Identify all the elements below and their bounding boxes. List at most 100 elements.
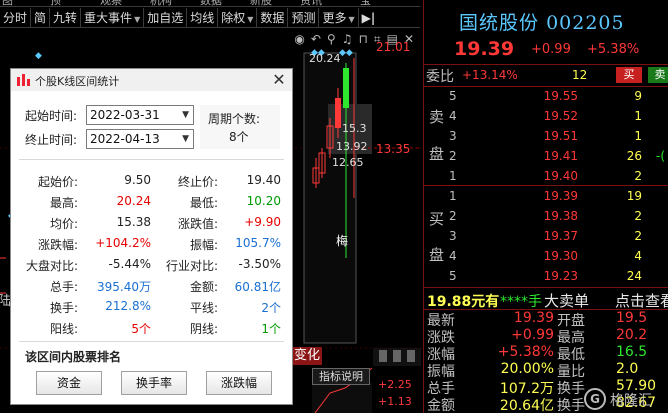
bid-price: 19.38 bbox=[543, 209, 578, 223]
indicator-value: +2.25 bbox=[378, 378, 412, 391]
menu-label: 简 bbox=[34, 10, 47, 25]
level: 1 bbox=[449, 189, 457, 203]
mid-price-label: 15.3 bbox=[342, 122, 367, 135]
ask-volume: 1 bbox=[634, 109, 642, 123]
bid-volume: 4 bbox=[634, 249, 642, 263]
bell-icon[interactable]: ♫ bbox=[342, 32, 353, 46]
lock-icon[interactable]: ⊓ bbox=[358, 32, 367, 46]
bid-row[interactable]: 2 19.38 2 bbox=[424, 206, 668, 226]
tab-icon[interactable] bbox=[393, 350, 401, 362]
chevron-down-icon: ▼ bbox=[247, 14, 254, 24]
stat-label: 涨跌值: bbox=[178, 217, 219, 231]
stat-value: -3.50% bbox=[238, 257, 281, 271]
menu-item-moving-average[interactable]: 均线 bbox=[187, 7, 219, 28]
chevron-down-icon: ▼ bbox=[348, 14, 355, 24]
rank-by-turnover-button[interactable]: 换手率 bbox=[121, 371, 187, 395]
stat-value: 15.38 bbox=[116, 215, 151, 229]
stat-value: 10.20 bbox=[246, 194, 281, 208]
stat-value: +9.90 bbox=[244, 215, 281, 229]
big-order-ticker[interactable]: 19.88元有 ****手 大卖单 点击查看 bbox=[424, 289, 668, 311]
menu-item-ex-rights[interactable]: 除权 ▼ bbox=[218, 7, 258, 28]
eye-icon[interactable]: ◉ bbox=[294, 32, 304, 46]
start-date-picker[interactable]: 2022-03-31 ▼ bbox=[86, 105, 194, 125]
stat-label: 换手 bbox=[557, 398, 585, 413]
sell-button[interactable]: 卖 bbox=[648, 67, 668, 83]
undo-icon[interactable]: ↶ bbox=[311, 32, 321, 46]
click-to-view-link[interactable]: 点击查看 bbox=[615, 290, 668, 311]
ask-volume: 26 bbox=[626, 149, 642, 163]
end-time-label: 终止时间: bbox=[25, 133, 78, 147]
indicator-description-button[interactable]: 指标说明 bbox=[312, 368, 370, 385]
menu-item-forecast[interactable]: 预测 bbox=[288, 7, 320, 28]
menu-item-data[interactable]: 数据 bbox=[257, 7, 289, 28]
stat-label: 换手: bbox=[50, 301, 79, 315]
close-icon[interactable]: ✕ bbox=[269, 70, 289, 90]
stock-code: 002205 bbox=[546, 12, 625, 34]
bid-row[interactable]: 1 19.39 19 bbox=[424, 186, 668, 206]
stat-value: 9.50 bbox=[124, 173, 151, 187]
ask-row[interactable]: 1 19.40 2 bbox=[424, 166, 668, 186]
tab-icon[interactable] bbox=[379, 350, 387, 362]
tab-icon[interactable] bbox=[407, 350, 415, 362]
menu-item-major-events[interactable]: 重大事件 ▼ bbox=[81, 7, 145, 28]
menu-item-jian[interactable]: 简 bbox=[31, 7, 51, 28]
stat-label: 涨跌幅: bbox=[38, 238, 79, 252]
rank-by-change-button[interactable]: 涨跌幅 bbox=[206, 371, 272, 395]
level: 5 bbox=[449, 89, 457, 103]
stat-value: 16.5 bbox=[616, 344, 648, 360]
stat-value: +5.38% bbox=[497, 344, 554, 360]
menu-item-more[interactable]: 更多 ▼ bbox=[319, 7, 359, 28]
small-tab-strip bbox=[373, 348, 421, 366]
divider bbox=[424, 287, 668, 288]
stat-value: +0.99 bbox=[511, 327, 554, 343]
stat-value: 20.24 bbox=[116, 194, 151, 208]
stat-label: 平线: bbox=[190, 301, 219, 315]
big-order-type: 大卖单 bbox=[544, 292, 590, 310]
menu-label: 重大事件 bbox=[84, 10, 133, 25]
stat-value: +104.2% bbox=[95, 236, 151, 250]
stat-value: -5.44% bbox=[108, 257, 151, 271]
bid-row[interactable]: 5 19.23 24 bbox=[424, 266, 668, 286]
bid-price: 19.37 bbox=[543, 229, 578, 243]
start-date-value: 2022-03-31 bbox=[90, 108, 160, 122]
ask-row[interactable]: 2 19.41 26 -( bbox=[424, 146, 668, 166]
chevron-down-icon[interactable]: ▼ bbox=[182, 106, 189, 124]
buy-button[interactable]: 买 bbox=[616, 67, 642, 83]
stock-title: 国统股份 002205 bbox=[459, 8, 625, 35]
stat-row: 振幅 20.00% 量比 2.0 bbox=[424, 361, 668, 380]
level: 3 bbox=[449, 129, 457, 143]
bid-row[interactable]: 3 19.37 2 bbox=[424, 226, 668, 246]
stat-label: 最低: bbox=[190, 196, 219, 210]
kline-range-stats-dialog: 个股K线区间统计 ✕ 起始时间: 2022-03-31 ▼ 终止时间: 2022… bbox=[10, 68, 293, 405]
rank-by-capital-button[interactable]: 资金 bbox=[36, 371, 102, 395]
menu-item-add-watchlist[interactable]: 加自选 bbox=[144, 7, 188, 28]
stat-value: 20.00% bbox=[500, 361, 554, 377]
bid-volume: 2 bbox=[634, 229, 642, 243]
chevron-down-icon[interactable]: ▼ bbox=[182, 130, 189, 148]
ask-row[interactable]: 3 19.51 1 bbox=[424, 126, 668, 146]
end-date-picker[interactable]: 2022-04-13 ▼ bbox=[86, 129, 194, 149]
ask-volume: 2 bbox=[634, 169, 642, 183]
ranking-section-title: 该区间内股票排名 bbox=[25, 350, 122, 364]
menu-label: 加自选 bbox=[147, 10, 184, 25]
end-date-value: 2022-04-13 bbox=[90, 132, 160, 146]
stat-value: 105.7% bbox=[235, 236, 281, 250]
level: 2 bbox=[449, 209, 457, 223]
indicator-value: +1.13 bbox=[378, 395, 412, 408]
dialog-titlebar[interactable]: 个股K线区间统计 ✕ bbox=[11, 69, 292, 91]
period-count-box: 周期个数: 8个 bbox=[200, 105, 280, 149]
stat-label: 阳线: bbox=[50, 322, 79, 336]
ask-row[interactable]: 5 19.55 9 bbox=[424, 86, 668, 106]
menu-expand-button[interactable]: ▶| bbox=[359, 8, 379, 28]
menu-item-fenshi[interactable]: 分时 bbox=[0, 7, 32, 28]
search-icon[interactable]: ⚲ bbox=[327, 32, 336, 46]
big-order-size: ****手 bbox=[500, 294, 542, 310]
ask-row[interactable]: 4 19.52 1 bbox=[424, 106, 668, 126]
menu-item-jiuzhuan[interactable]: 九转 bbox=[50, 7, 82, 28]
stat-label: 终止价: bbox=[178, 175, 219, 189]
change-tab[interactable]: 变化 bbox=[292, 347, 323, 365]
watermark: G 格隆汇 bbox=[584, 386, 668, 413]
level: 4 bbox=[449, 109, 457, 123]
stat-value: 2个 bbox=[261, 301, 281, 315]
bid-row[interactable]: 4 19.30 4 bbox=[424, 246, 668, 266]
